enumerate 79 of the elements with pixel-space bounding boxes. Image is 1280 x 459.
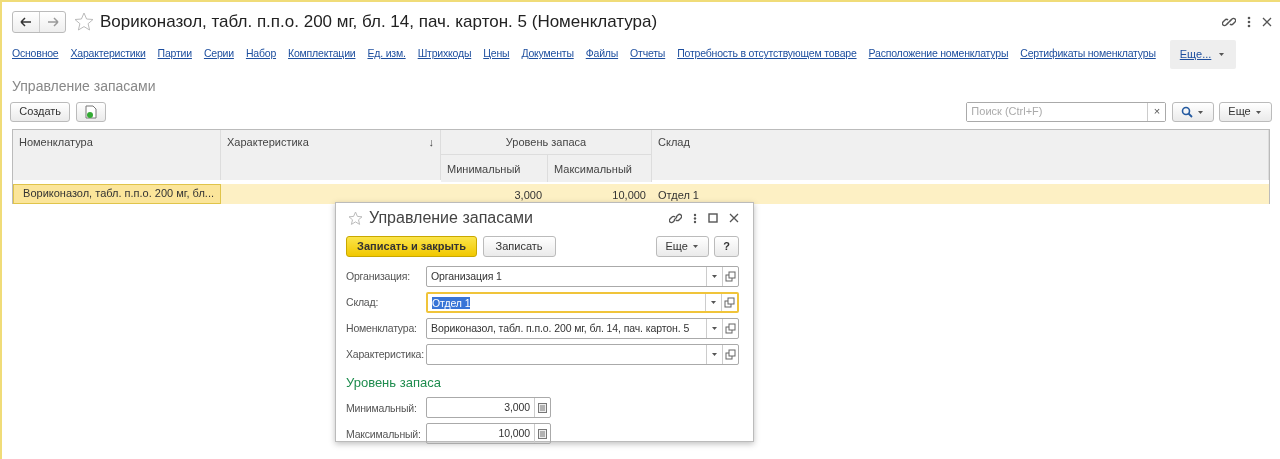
- open-icon[interactable]: [725, 270, 736, 282]
- tab-link[interactable]: Файлы: [585, 41, 619, 68]
- search-icon: [1180, 105, 1193, 118]
- forward-arrow-icon: [46, 17, 59, 27]
- help-button[interactable]: ?: [714, 235, 739, 257]
- create-button[interactable]: Создать: [10, 101, 71, 122]
- link-icon[interactable]: [1222, 15, 1236, 29]
- dropdown-icon[interactable]: [710, 272, 719, 280]
- search-field[interactable]: Поиск (Ctrl+F) ×: [966, 101, 1167, 122]
- field-label: Склад:: [346, 295, 380, 309]
- tab-link[interactable]: Набор: [245, 41, 277, 68]
- more-tabs-button[interactable]: Еще...: [1169, 40, 1236, 69]
- field-label: Максимальный:: [346, 426, 422, 441]
- add-file-button[interactable]: [75, 101, 106, 122]
- close-icon[interactable]: [729, 213, 739, 223]
- tab-link[interactable]: Расположение номенклатуры: [868, 41, 1009, 68]
- open-icon[interactable]: [724, 296, 735, 308]
- search-button[interactable]: [1171, 101, 1214, 122]
- table-cell[interactable]: Вориконазол, табл. п.п.о. 200 мг, бл...: [13, 183, 221, 204]
- open-icon[interactable]: [725, 348, 736, 360]
- tab-link[interactable]: Цены: [483, 41, 510, 68]
- dropdown-icon[interactable]: [709, 298, 718, 306]
- table-cell: 3,000: [441, 183, 548, 204]
- calculator-icon[interactable]: [538, 402, 547, 413]
- field-label: Характеристика:: [346, 347, 425, 361]
- window-title: Вориконазол, табл. п.п.о. 200 мг, бл. 14, пач. картон. 5 (Номенклатура): [100, 11, 658, 34]
- field-label: Номенклатура:: [346, 321, 418, 335]
- star-icon[interactable]: [74, 12, 94, 32]
- tab-link[interactable]: Характеристики: [70, 41, 146, 68]
- save-and-close-button[interactable]: Записать и закрыть: [346, 235, 478, 257]
- maximize-icon[interactable]: [708, 213, 718, 223]
- input-field[interactable]: Отдел 1: [426, 291, 739, 313]
- tab-link[interactable]: Потребность в отсутствующем товаре: [677, 41, 857, 68]
- more-button[interactable]: Еще: [1219, 101, 1272, 122]
- tab-link[interactable]: Сертификаты номенклатуры: [1020, 41, 1156, 68]
- clear-button[interactable]: ×: [1147, 102, 1166, 121]
- column-header-cell[interactable]: Характеристика ↓: [221, 129, 441, 180]
- caret-icon: [690, 242, 700, 250]
- input-field[interactable]: Организация 1: [426, 265, 739, 287]
- tab-link[interactable]: Отчеты: [630, 41, 666, 68]
- column-header[interactable]: Склад: [652, 129, 1269, 180]
- more-options-icon[interactable]: [1247, 16, 1251, 28]
- column-header[interactable]: Максимальный: [548, 155, 652, 182]
- open-icon[interactable]: [725, 322, 736, 334]
- tab-link[interactable]: Штрихкоды: [417, 41, 472, 68]
- table-cell: 10,000: [548, 183, 652, 204]
- star-icon[interactable]: [348, 210, 363, 226]
- field-label: Минимальный:: [346, 400, 418, 415]
- column-header: Характеристика: [227, 134, 309, 150]
- tab-link[interactable]: Серии: [203, 41, 234, 68]
- tab-link[interactable]: Документы: [521, 41, 574, 68]
- field-label: Организация:: [346, 269, 411, 283]
- back-arrow-icon: [20, 17, 32, 27]
- save-button[interactable]: Записать: [482, 235, 556, 257]
- group-title: Уровень запаса: [346, 374, 442, 392]
- tab-link[interactable]: Ед. изм.: [367, 41, 406, 68]
- table-cell: Отдел 1: [652, 183, 1269, 204]
- document-add-icon: [84, 104, 97, 119]
- calculator-icon[interactable]: [538, 428, 547, 439]
- dropdown-icon[interactable]: [710, 350, 719, 358]
- input-field[interactable]: Вориконазол, табл. п.п.о. 200 мг, бл. 14, пач. картон. 5: [426, 317, 739, 339]
- caret-icon: [1216, 50, 1226, 59]
- number-field[interactable]: 10,000: [426, 423, 551, 444]
- link-icon[interactable]: [669, 211, 682, 225]
- number-field[interactable]: 3,000: [426, 397, 551, 418]
- input-field[interactable]: [426, 343, 739, 365]
- section-title: Управление запасами: [11, 76, 157, 96]
- sort-arrow[interactable]: ↓: [428, 133, 434, 150]
- more-button[interactable]: Еще: [656, 235, 709, 257]
- tab-link[interactable]: Партии: [157, 41, 192, 68]
- tab-link[interactable]: Комплектации: [288, 41, 356, 68]
- column-group-header: Уровень запаса: [441, 129, 652, 155]
- column-header[interactable]: Номенклатура: [13, 129, 221, 180]
- dropdown-icon[interactable]: [710, 324, 719, 332]
- tab-link[interactable]: Основное: [12, 41, 59, 68]
- close-icon[interactable]: [1262, 17, 1272, 27]
- more-options-icon[interactable]: [693, 212, 697, 224]
- column-header[interactable]: Минимальный: [441, 155, 548, 182]
- dialog-title: Управление запасами: [369, 208, 534, 228]
